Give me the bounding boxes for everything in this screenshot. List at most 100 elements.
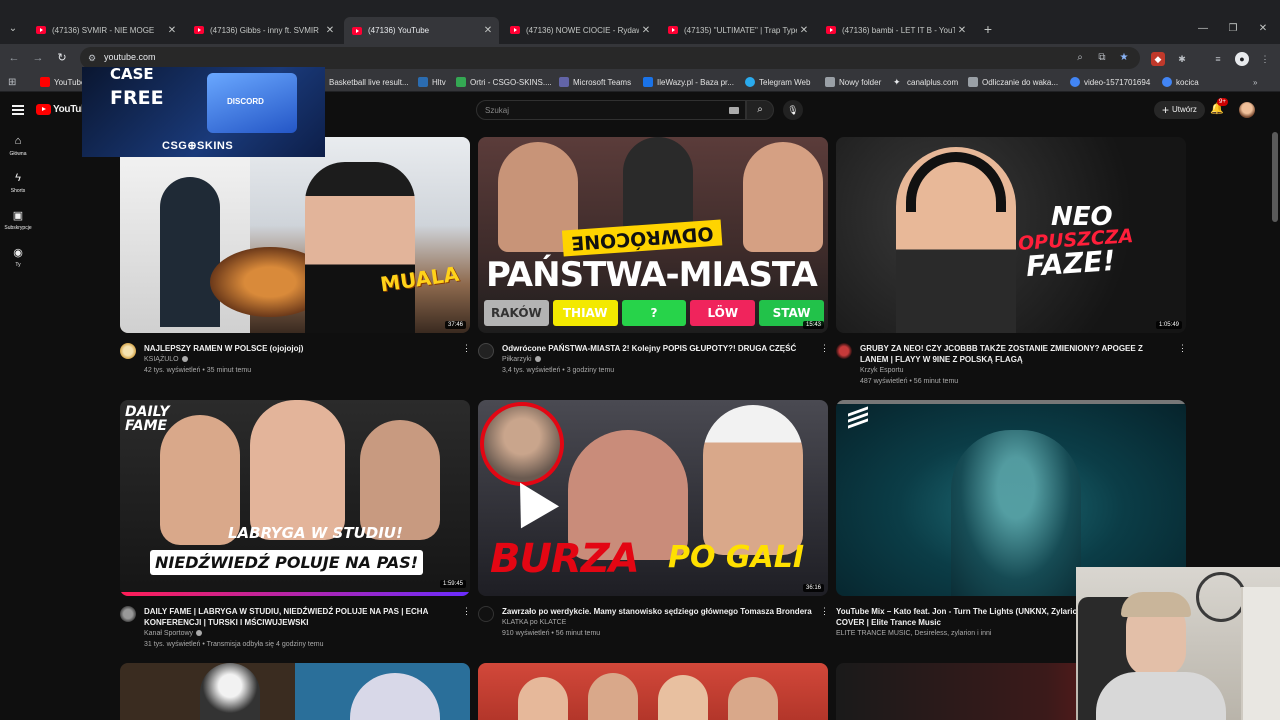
close-tab-icon[interactable]: ✕ [165, 25, 179, 36]
browser-tab[interactable]: (47136) NOWE CIOCIE - Rydaw ✕ [502, 19, 657, 41]
reload-icon[interactable]: ↻ [53, 49, 71, 67]
minimize-icon[interactable]: — [1192, 20, 1214, 38]
guide-item-subscriptions[interactable]: ▣ Subskrypcje [0, 209, 36, 231]
more-actions-icon[interactable]: ⋮ [820, 343, 829, 354]
search-icon: ⌕ [757, 104, 763, 115]
tab-label: (47136) YouTube [368, 26, 430, 35]
bookmark-item[interactable]: Basketball live result... [315, 76, 409, 88]
bookmark-item[interactable]: video-1571701694 [1070, 76, 1150, 88]
close-tab-icon[interactable]: ✕ [955, 25, 969, 36]
zoom-search-icon[interactable]: ⌕ [1072, 50, 1088, 66]
video-thumbnail[interactable]: MUALA 37:46 [120, 137, 470, 333]
channel-name[interactable]: Kanał Sportowy [144, 630, 203, 637]
close-tab-icon[interactable]: ✕ [797, 25, 811, 36]
bookmark-item[interactable]: kocica [1162, 76, 1199, 88]
thumbnail-caption: BURZA [490, 536, 640, 582]
bookmark-item[interactable]: YouTube [40, 76, 85, 88]
address-bar[interactable]: ⚙ youtube.com ⌕ ⧉ ★ [80, 47, 1140, 69]
video-title[interactable]: GRUBY ZA NEO! CZY JCOBBB TAKŻE ZOSTANIE … [860, 343, 1172, 365]
video-thumbnail[interactable]: NEO OPUSZCZA FAZE! 1:05:49 [836, 137, 1186, 333]
close-tab-icon[interactable]: ✕ [639, 25, 653, 36]
extension-icon[interactable]: ◆ [1151, 52, 1165, 66]
guide-label: Główna [9, 151, 27, 157]
site-info-icon[interactable]: ⚙ [86, 52, 98, 64]
more-actions-icon[interactable]: ⋮ [820, 606, 829, 617]
bookmark-item[interactable]: Ortri - CSGO-SKINS.... [456, 76, 552, 88]
bookmark-item[interactable]: IleWazy.pl - Baza pr... [643, 76, 734, 88]
more-actions-icon[interactable]: ⋮ [462, 606, 471, 617]
subscriptions-icon: ▣ [12, 210, 24, 222]
new-tab-plus-icon[interactable]: + [981, 20, 995, 38]
more-bookmarks-icon[interactable]: » [1253, 76, 1257, 88]
video-thumbnail[interactable]: BURZA PO GALI 36:16 [478, 400, 828, 596]
voice-search-button[interactable]: 🎙 [783, 100, 803, 120]
channel-avatar[interactable] [120, 343, 136, 359]
browser-tab[interactable]: (47136) bambi - LET IT B - YouT ✕ [818, 19, 973, 41]
create-button[interactable]: + Utwórz [1154, 101, 1205, 119]
browser-tab[interactable]: (47136) SVMIR - NIE MOGE ✕ [28, 19, 183, 41]
notifications-button[interactable]: 🔔 9+ [1210, 98, 1228, 118]
guide-item-you[interactable]: ◉ Ty [0, 246, 36, 268]
browser-tab[interactable]: (47135) "ULTIMATE" | Trap Type ✕ [660, 19, 815, 41]
channel-name[interactable]: KLATKA po KLATCE [502, 619, 566, 626]
profile-icon[interactable]: ● [1235, 52, 1249, 66]
video-stats: 910 wyświetleń • 56 minut temu [502, 630, 601, 637]
bookmark-folder[interactable]: Nowy folder [825, 76, 881, 88]
video-thumbnail[interactable] [120, 663, 470, 720]
more-actions-icon[interactable]: ⋮ [1178, 343, 1187, 354]
tab-search-icon[interactable]: ⌄ [4, 20, 22, 38]
channel-avatar[interactable] [120, 606, 136, 622]
apps-grid-icon[interactable]: ⊞ [8, 76, 16, 88]
video-title[interactable]: DAILY FAME | LABRYGA W STUDIU, NIEDŹWIED… [144, 606, 456, 628]
close-tab-icon[interactable]: ✕ [323, 25, 337, 36]
browser-tab[interactable]: (47136) Gibbs - inny ft. SVMIR ✕ [186, 19, 341, 41]
back-arrow-icon[interactable]: ← [5, 49, 23, 67]
bookmark-item[interactable]: Telegram Web [745, 76, 810, 88]
channel-name[interactable]: ELITE TRANCE MUSIC, Desireless, zylarion… [836, 630, 991, 637]
bookmark-item[interactable]: Hltv [418, 76, 446, 88]
bookmark-item[interactable]: Odliczanie do waka... [968, 76, 1058, 88]
url-text[interactable]: youtube.com [104, 52, 156, 62]
close-tab-icon[interactable]: ✕ [481, 25, 495, 36]
thumbnail-caption: DAILY FAME [125, 404, 170, 434]
search-input[interactable]: Szukaj [476, 100, 746, 120]
video-thumbnail[interactable]: DAILY FAME LABRYGA W STUDIU! NIEDŹWIEDŹ … [120, 400, 470, 596]
restore-icon[interactable]: ❐ [1222, 20, 1244, 38]
video-thumbnail[interactable] [478, 663, 828, 720]
video-thumbnail[interactable]: ODWRÓCONE PAŃSTWA-MIASTA RAKÓW THIAW ? L… [478, 137, 828, 333]
keyboard-icon[interactable] [729, 107, 739, 114]
tab-label: (47136) SVMIR - NIE MOGE [52, 25, 155, 35]
more-actions-icon[interactable]: ⋮ [462, 343, 471, 354]
video-title[interactable]: NAJLEPSZY RAMEN W POLSCE (ojojojoj) [144, 343, 456, 354]
reading-list-icon[interactable]: ≡ [1211, 52, 1225, 66]
bookmark-item[interactable]: ✦ canalplus.com [893, 76, 958, 88]
browser-menu-icon[interactable]: ⋮ [1258, 52, 1272, 66]
browser-tab-active[interactable]: (47136) YouTube ✕ [344, 17, 499, 44]
guide-item-home[interactable]: ⌂ Główna [0, 135, 36, 157]
guide-item-shorts[interactable]: ϟ Shorts [0, 172, 36, 194]
extensions-puzzle-icon[interactable]: ✱ [1175, 52, 1189, 66]
account-avatar[interactable] [1239, 102, 1255, 118]
channel-avatar[interactable] [478, 606, 494, 622]
create-label: Utwórz [1172, 105, 1197, 114]
ad-box-text: DISCORD [227, 97, 264, 106]
channel-name[interactable]: KSIĄŻULO [144, 356, 188, 363]
channel-avatar[interactable] [836, 343, 852, 359]
install-app-icon[interactable]: ⧉ [1094, 50, 1110, 66]
youtube-favicon-icon [194, 26, 204, 34]
channel-avatar[interactable] [478, 343, 494, 359]
youtube-favicon-icon [352, 26, 362, 35]
forward-arrow-icon[interactable]: → [29, 49, 47, 67]
youtube-favicon-icon [826, 26, 836, 34]
bookmark-star-icon[interactable]: ★ [1116, 50, 1132, 66]
bookmark-item[interactable]: Microsoft Teams [559, 76, 631, 88]
video-title[interactable]: Zawrzało po werdykcie. Mamy stanowisko s… [502, 606, 814, 617]
channel-name[interactable]: Piłkarzyki [502, 356, 541, 363]
page-scrollbar[interactable] [1272, 132, 1278, 222]
youtube-play-icon [36, 104, 51, 115]
window-close-icon[interactable]: ✕ [1252, 20, 1274, 38]
channel-name[interactable]: Krzyk Esportu [860, 367, 904, 374]
video-title[interactable]: Odwrócone PAŃSTWA-MIASTA 2! Kolejny POPI… [502, 343, 814, 354]
hamburger-menu-icon[interactable] [12, 105, 24, 115]
search-button[interactable]: ⌕ [746, 100, 774, 120]
